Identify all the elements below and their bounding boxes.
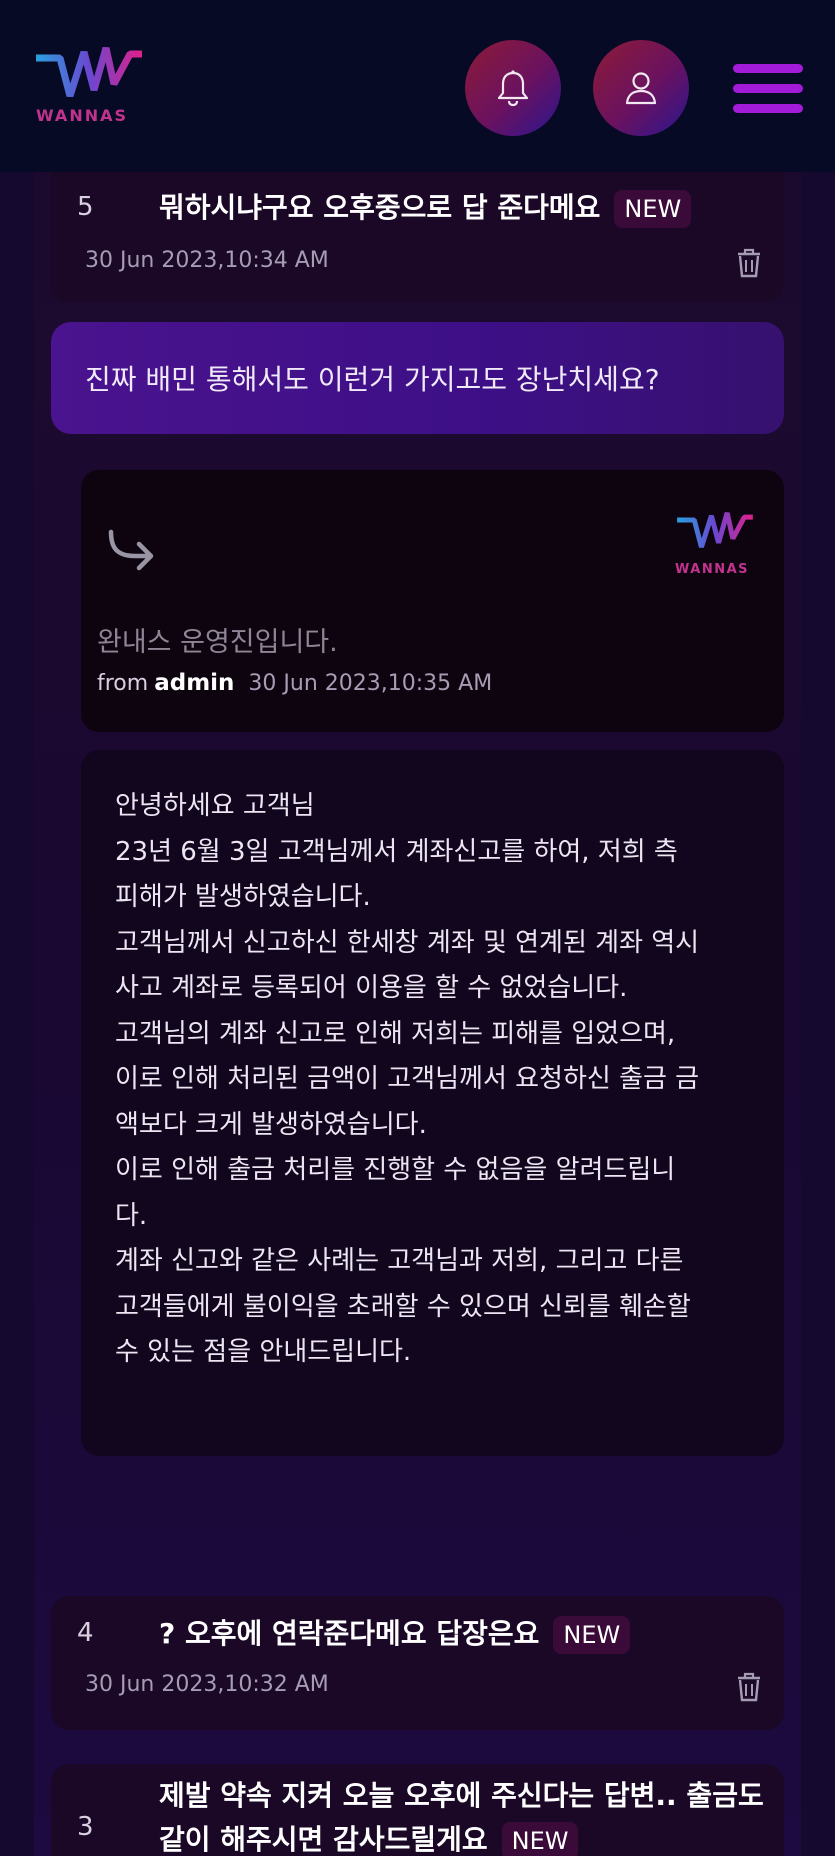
reply-body-line: 고객님께서 신고하신 한세창 계좌 및 연계된 계좌 역시	[115, 927, 700, 958]
reply-body-line: 사고 계좌로 등록되어 이용을 할 수 없었습니다.	[115, 973, 628, 1003]
new-badge: NEW	[501, 1822, 579, 1856]
post-number: 5	[77, 192, 94, 222]
hamburger-menu-icon[interactable]	[733, 64, 803, 114]
reply-body-line: 액보다 크게 발생하였습니다.	[115, 1109, 427, 1140]
left-gutter	[0, 172, 34, 1856]
post-title-text: ? 오후에 연락준다메요 답장은요	[159, 1617, 540, 1650]
reply-body-line: 이로 인해 처리된 금액이 고객님께서 요청하신 출금 금	[115, 1064, 700, 1094]
post-title-line1: 제발 약속 지켜 오늘 오후에 주신다는 답변.. 출금도	[159, 1779, 764, 1812]
reply-body-line: 피해가 발생하였습니다.	[115, 882, 371, 912]
admin-reply-card: WANNAS 완내스 운영진입니다. from admin 30 Jun 2023,…	[81, 470, 784, 732]
reply-logo-text: WANNAS	[675, 562, 749, 577]
reply-body-line: 23년 6월 3일 고객님께서 계좌신고를 하여, 저희 측	[115, 836, 678, 867]
reply-arrow-icon	[108, 529, 154, 571]
reply-date: 30 Jun 2023,10:35 AM	[248, 671, 493, 696]
notification-button[interactable]	[465, 40, 561, 136]
profile-button[interactable]	[593, 40, 689, 136]
page: WANNAS 5 뭐하시냐구요 오후중으로 답 준다메요 NEW 30 Jun 2…	[0, 0, 835, 1856]
reply-body-line: 고객들에게 불이익을 초래할 수 있으며 신뢰를 훼손할	[115, 1291, 691, 1322]
post-title[interactable]: 뭐하시냐구요 오후중으로 답 준다메요 NEW	[159, 186, 692, 230]
post-item-3[interactable]: 3 제발 약속 지켜 오늘 오후에 주신다는 답변.. 출금도 같이 해주시면 …	[51, 1764, 784, 1856]
bell-icon	[497, 70, 529, 107]
reply-body-line: 안녕하세요 고객님	[115, 791, 315, 821]
new-badge: NEW	[553, 1616, 631, 1654]
post-number: 4	[77, 1618, 94, 1648]
post-date: 30 Jun 2023,10:34 AM	[85, 248, 329, 273]
trash-icon[interactable]	[736, 248, 762, 278]
reply-intro: 완내스 운영진입니다.	[97, 627, 338, 658]
post-number: 3	[77, 1812, 94, 1842]
reply-body-line: 다.	[115, 1200, 148, 1231]
trash-icon[interactable]	[736, 1672, 762, 1702]
post-title-line2: 같이 해주시면 감사드릴게요 NEW	[159, 1818, 779, 1856]
question-bubble: 진짜 배민 통해서도 이런거 가지고도 장난치세요?	[51, 322, 784, 434]
post-title[interactable]: ? 오후에 연락준다메요 답장은요 NEW	[159, 1612, 631, 1656]
post-date: 30 Jun 2023,10:32 AM	[85, 1672, 329, 1697]
reply-body-line: 이로 인해 출금 처리를 진행할 수 없음을 알려드립니	[115, 1155, 676, 1185]
reply-body-line: 계좌 신고와 같은 사례는 고객님과 저희, 그리고 다른	[115, 1246, 684, 1276]
reply-author: admin	[154, 670, 235, 696]
reply-from-label: from	[97, 671, 149, 696]
wannas-logo-icon	[677, 512, 753, 548]
reply-body-line: 수 있는 점을 안내드립니다.	[115, 1337, 412, 1367]
post-title-text: 뭐하시냐구요 오후중으로 답 준다메요	[159, 191, 601, 224]
post-item-4[interactable]: 4 ? 오후에 연락준다메요 답장은요 NEW 30 Jun 2023,10:32…	[51, 1596, 784, 1730]
user-icon	[625, 72, 657, 105]
new-badge: NEW	[614, 190, 692, 228]
right-gutter	[801, 172, 835, 1856]
post-item-5[interactable]: 5 뭐하시냐구요 오후중으로 답 준다메요 NEW 30 Jun 2023,10:…	[51, 150, 784, 302]
logo-text: WANNAS	[36, 106, 128, 125]
post-title[interactable]: 제발 약속 지켜 오늘 오후에 주신다는 답변.. 출금도 같이 해주시면 감사…	[159, 1774, 779, 1856]
top-header: WANNAS	[0, 0, 835, 172]
post-title-line2-text: 같이 해주시면 감사드릴게요	[159, 1823, 488, 1856]
admin-reply-body: 안녕하세요 고객님 23년 6월 3일 고객님께서 계좌신고를 하여, 저희 측…	[81, 750, 784, 1456]
reply-meta: from admin 30 Jun 2023,10:35 AM	[97, 670, 492, 696]
reply-body-line: 고객님의 계좌 신고로 인해 저희는 피해를 입었으며,	[115, 1018, 676, 1049]
